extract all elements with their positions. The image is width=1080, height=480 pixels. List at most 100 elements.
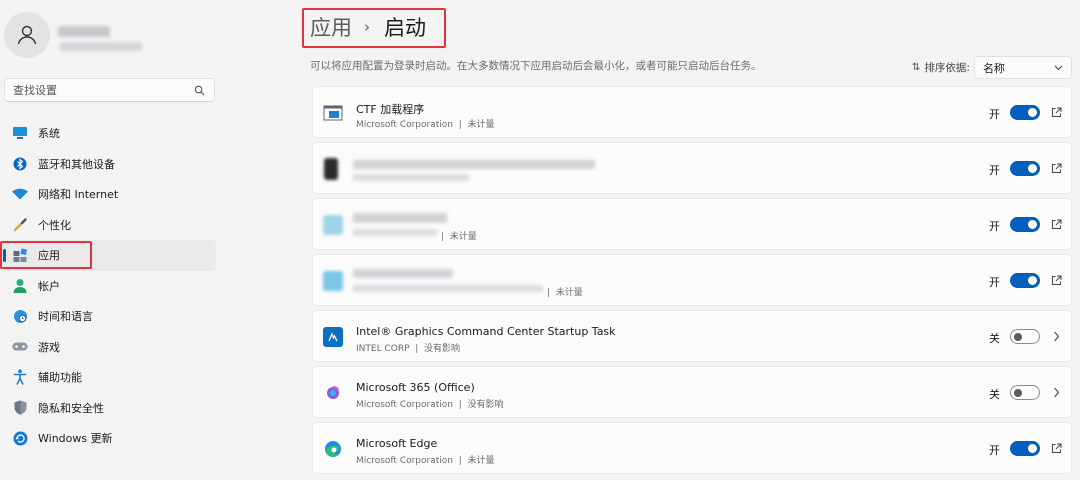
microsoft-365-icon (323, 383, 343, 403)
app-name: Microsoft 365 (Office) (356, 381, 475, 394)
app-meta: | 未计量 (441, 229, 477, 242)
sidebar: 查找设置 系统 蓝牙和其他设备 网络和 Internet 个性化 应用 帐户 时… (0, 0, 222, 480)
toggle-state-label: 关 (989, 388, 1000, 401)
toggle-state-label: 开 (989, 276, 1000, 289)
sidebar-item-time-language[interactable]: 时间和语言 (2, 301, 216, 332)
app-meta: Microsoft Corporation | 未计量 (356, 117, 495, 130)
globe-icon (12, 308, 28, 324)
startup-toggle[interactable] (1010, 161, 1040, 176)
open-external-icon[interactable] (1049, 273, 1063, 287)
app-impact: 没有影响 (424, 344, 461, 354)
sort-label: 排序依据: (924, 62, 970, 74)
redacted-app-icon (323, 215, 343, 235)
app-meta: INTEL CORP | 没有影响 (356, 341, 460, 354)
app-publisher: Microsoft Corporation (356, 120, 453, 130)
sidebar-item-label: 游戏 (38, 340, 60, 354)
redacted-app-icon (324, 158, 338, 180)
system-icon (12, 125, 28, 141)
open-external-icon[interactable] (1049, 161, 1063, 175)
sidebar-item-label: Windows 更新 (38, 432, 113, 446)
startup-toggle[interactable] (1010, 105, 1040, 120)
search-input[interactable]: 查找设置 (4, 78, 215, 102)
search-icon[interactable] (192, 83, 206, 97)
app-impact: 未计量 (555, 288, 583, 298)
startup-toggle[interactable] (1010, 217, 1040, 232)
app-meta: Microsoft Corporation | 没有影响 (356, 397, 504, 410)
toggle-state-label: 开 (989, 164, 1000, 177)
app-publisher: Microsoft Corporation (356, 400, 453, 410)
sidebar-item-bluetooth[interactable]: 蓝牙和其他设备 (2, 149, 216, 180)
sidebar-nav: 系统 蓝牙和其他设备 网络和 Internet 个性化 应用 帐户 时间和语言 (0, 118, 222, 454)
update-icon (12, 430, 28, 446)
highlight-box-apps (0, 241, 92, 269)
gamepad-icon (12, 339, 28, 355)
redacted-app-name (353, 269, 453, 278)
search-placeholder: 查找设置 (13, 84, 57, 97)
bluetooth-icon (12, 156, 28, 172)
chevron-right-icon[interactable] (1049, 329, 1063, 343)
chevron-down-icon (1054, 65, 1063, 70)
sidebar-item-label: 辅助功能 (38, 371, 82, 385)
sort-control: ⇅ 排序依据: 名称 (912, 56, 1072, 79)
sidebar-item-label: 时间和语言 (38, 310, 93, 324)
redacted-app-meta (353, 229, 437, 236)
redacted-app-icon (323, 271, 343, 291)
profile-email-redacted (60, 42, 142, 51)
startup-app-row: Microsoft Edge Microsoft Corporation | 未… (312, 422, 1072, 474)
sidebar-item-accounts[interactable]: 帐户 (2, 271, 216, 302)
sidebar-item-privacy[interactable]: 隐私和安全性 (2, 393, 216, 424)
open-external-icon[interactable] (1049, 217, 1063, 231)
sort-value: 名称 (982, 61, 1005, 75)
open-external-icon[interactable] (1049, 441, 1063, 455)
user-profile[interactable] (4, 12, 219, 62)
app-name: Intel® Graphics Command Center Startup T… (356, 325, 616, 338)
app-name: Microsoft Edge (356, 437, 438, 450)
startup-toggle[interactable] (1010, 329, 1040, 344)
app-publisher: INTEL CORP (356, 344, 410, 354)
redacted-app-meta (353, 174, 469, 181)
startup-toggle[interactable] (1010, 441, 1040, 456)
sidebar-item-windows-update[interactable]: Windows 更新 (2, 423, 216, 454)
chevron-right-icon[interactable] (1049, 385, 1063, 399)
highlight-box-title (302, 8, 446, 48)
shield-icon (12, 400, 28, 416)
sidebar-item-network[interactable]: 网络和 Internet (2, 179, 216, 210)
startup-toggle[interactable] (1010, 385, 1040, 400)
app-meta: | 未计量 (547, 285, 583, 298)
sidebar-item-label: 系统 (38, 127, 60, 141)
startup-app-row[interactable]: Intel® Graphics Command Center Startup T… (312, 310, 1072, 362)
sidebar-item-label: 网络和 Internet (38, 188, 119, 202)
startup-app-row: 开 (312, 142, 1072, 194)
avatar[interactable] (4, 12, 50, 58)
sidebar-item-gaming[interactable]: 游戏 (2, 332, 216, 363)
wifi-icon (12, 186, 28, 202)
sidebar-item-label: 个性化 (38, 218, 71, 232)
sort-dropdown[interactable]: 名称 (973, 56, 1072, 79)
toggle-state-label: 开 (989, 108, 1000, 121)
sidebar-item-label: 蓝牙和其他设备 (38, 157, 115, 171)
meta-separator: | (547, 288, 551, 298)
intel-graphics-icon (323, 327, 343, 347)
redacted-app-name (353, 213, 447, 223)
sort-icon: ⇅ (912, 62, 921, 73)
meta-separator: | (415, 344, 419, 354)
microsoft-edge-icon (323, 439, 343, 459)
startup-app-row[interactable]: Microsoft 365 (Office) Microsoft Corpora… (312, 366, 1072, 418)
sidebar-item-personalization[interactable]: 个性化 (2, 210, 216, 241)
redacted-app-meta (353, 285, 543, 292)
meta-separator: | (441, 232, 445, 242)
sidebar-item-accessibility[interactable]: 辅助功能 (2, 362, 216, 393)
toggle-state-label: 开 (989, 444, 1000, 457)
app-publisher: Microsoft Corporation (356, 456, 453, 466)
sidebar-item-label: 帐户 (38, 279, 60, 293)
startup-toggle[interactable] (1010, 273, 1040, 288)
meta-separator: | (458, 456, 462, 466)
open-external-icon[interactable] (1049, 105, 1063, 119)
page-description: 可以将应用配置为登录时启动。在大多数情况下应用启动后会最小化，或者可能只启动后台… (310, 60, 762, 72)
startup-app-list: CTF 加载程序 Microsoft Corporation | 未计量 开 开… (312, 86, 1072, 478)
meta-separator: | (458, 400, 462, 410)
toggle-state-label: 开 (989, 220, 1000, 233)
app-impact: 没有影响 (467, 400, 504, 410)
sidebar-item-system[interactable]: 系统 (2, 118, 216, 149)
accessibility-icon (12, 369, 28, 386)
